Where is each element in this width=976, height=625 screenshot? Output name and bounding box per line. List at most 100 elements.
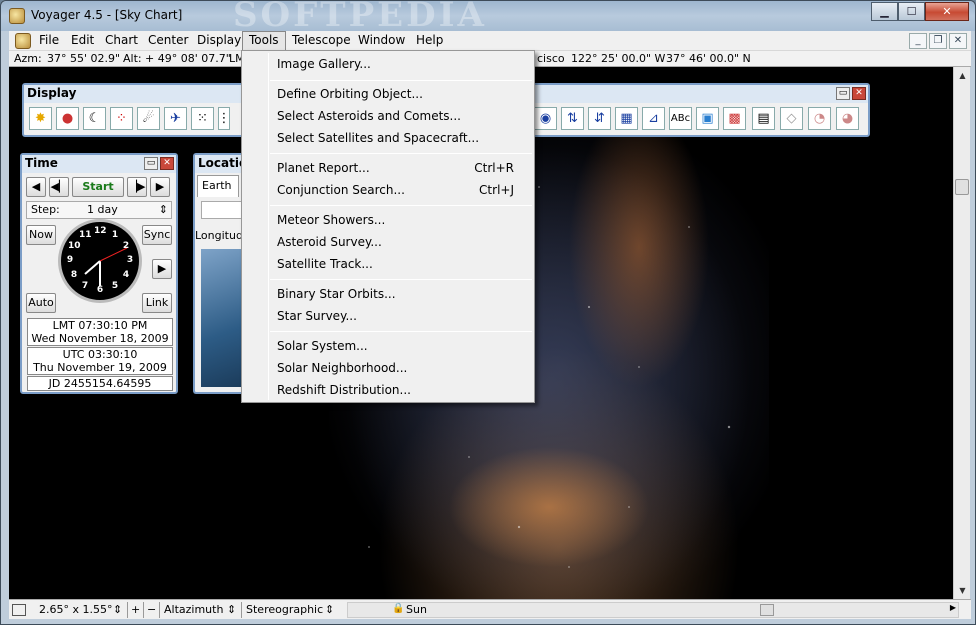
window-frame-icon[interactable]: ▤ <box>752 107 775 130</box>
compass-icon[interactable]: ◔ <box>808 107 831 130</box>
step-forward-button[interactable]: ▕▶ <box>127 177 147 197</box>
alt-label: Alt: <box>123 52 142 65</box>
menu-edit[interactable]: Edit <box>65 31 100 51</box>
menu-window[interactable]: Window <box>352 31 411 51</box>
clock-number: 8 <box>70 270 78 280</box>
menu-item-define-orbiting-object[interactable]: Define Orbiting Object... <box>244 83 532 105</box>
window-title: Voyager 4.5 - [Sky Chart] <box>31 8 183 22</box>
landscape-icon[interactable]: ▣ <box>696 107 719 130</box>
menu-item-redshift-distribution[interactable]: Redshift Distribution... <box>244 379 532 401</box>
menu-item-solar-system[interactable]: Solar System... <box>244 335 532 357</box>
earth-map[interactable] <box>201 249 245 387</box>
latitude-value: 37° 46' 00.0" N <box>666 52 751 65</box>
menu-item-asteroid-survey[interactable]: Asteroid Survey... <box>244 231 532 253</box>
dec-grid-icon[interactable]: ⇵ <box>588 107 611 130</box>
menu-item-planet-report[interactable]: Planet Report... Ctrl+R <box>244 157 532 179</box>
step-selector[interactable]: Step: 1 day ⇕ <box>26 201 172 219</box>
time-panel: Time ▭ ✕ ◀ ◀▏ Start ▕▶ ▶ Step: 1 day ⇕ No… <box>20 153 178 394</box>
color-palette-icon[interactable]: ▩ <box>723 107 746 130</box>
horizon-icon[interactable]: ⊿ <box>642 107 665 130</box>
projection-spin-icon[interactable]: ⇕ <box>325 602 334 618</box>
play-forward-button[interactable]: ▶ <box>152 259 172 279</box>
maximize-icon[interactable]: ☐ <box>898 2 925 21</box>
constellation-icon[interactable]: ⁘ <box>110 107 133 130</box>
clock-number: 11 <box>79 230 92 240</box>
more-tools-icon[interactable]: ⋮ <box>218 107 231 130</box>
menu-item-binary-star-orbits[interactable]: Binary Star Orbits... <box>244 283 532 305</box>
clock-number: 10 <box>68 241 81 251</box>
time-panel-close-icon[interactable]: ✕ <box>160 157 174 170</box>
zoom-out-button[interactable]: − <box>147 602 156 618</box>
location-field[interactable] <box>201 201 245 219</box>
mdi-close-icon[interactable]: ✕ <box>949 33 967 49</box>
clock-number: 9 <box>66 255 74 265</box>
zoom-in-button[interactable]: + <box>131 602 140 618</box>
menu-file[interactable]: File <box>33 31 65 51</box>
panel-close-icon[interactable]: ✕ <box>852 87 866 100</box>
galaxy-icon[interactable]: ◉ <box>534 107 557 130</box>
menu-center[interactable]: Center <box>142 31 194 51</box>
satellite-icon[interactable]: ✈ <box>164 107 187 130</box>
minimize-icon[interactable]: ▁ <box>871 2 898 21</box>
stars-icon[interactable]: ⁙ <box>191 107 214 130</box>
utc-display[interactable]: UTC 03:30:10 Thu November 19, 2009 <box>27 347 173 375</box>
now-button[interactable]: Now <box>26 225 56 245</box>
link-button[interactable]: Link <box>142 293 172 313</box>
sync-button[interactable]: Sync <box>142 225 172 245</box>
lmt-display[interactable]: LMT 07:30:10 PM Wed November 18, 2009 <box>27 318 173 346</box>
step-back-fast-button[interactable]: ◀ <box>26 177 46 197</box>
sun-icon[interactable]: ✸ <box>29 107 52 130</box>
menu-item-image-gallery[interactable]: Image Gallery... <box>244 53 532 75</box>
scroll-up-icon[interactable]: ▲ <box>954 67 971 84</box>
title-bar[interactable]: SOFTPEDIA Voyager 4.5 - [Sky Chart] ▁ ☐ … <box>1 0 975 35</box>
vertical-scrollbar[interactable]: ▲ ▼ <box>953 67 970 599</box>
time-panel-restore-icon[interactable]: ▭ <box>144 157 158 170</box>
planets-icon[interactable]: ● <box>56 107 79 130</box>
mdi-restore-icon[interactable]: ❐ <box>929 33 947 49</box>
menu-telescope[interactable]: Telescope <box>286 31 357 51</box>
menu-tools[interactable]: Tools <box>242 31 286 51</box>
fov-value[interactable]: 2.65° x 1.55° <box>39 602 113 618</box>
menu-display[interactable]: Display <box>191 31 247 51</box>
clock-number: 6 <box>96 285 104 295</box>
fov-spin-icon[interactable]: ⇕ <box>113 602 122 618</box>
horizontal-scrollbar[interactable]: 🔒 Sun ▶ <box>347 602 959 618</box>
menu-item-conjunction-search[interactable]: Conjunction Search... Ctrl+J <box>244 179 532 201</box>
menu-item-select-asteroids-comets[interactable]: Select Asteroids and Comets... <box>244 105 532 127</box>
julian-date[interactable]: JD 2455154.64595 <box>27 376 173 391</box>
step-back-button[interactable]: ◀▏ <box>49 177 69 197</box>
window-icon[interactable] <box>12 604 26 616</box>
scroll-right-icon[interactable]: ▶ <box>950 603 956 612</box>
eraser-icon[interactable]: ◇ <box>780 107 803 130</box>
vertical-scroll-thumb[interactable] <box>955 179 969 195</box>
gauge-icon[interactable]: ◕ <box>836 107 859 130</box>
step-spin-icon[interactable]: ⇕ <box>159 202 168 218</box>
moon-icon[interactable]: ☾ <box>83 107 106 130</box>
tab-earth[interactable]: Earth <box>197 175 239 197</box>
auto-button[interactable]: Auto <box>26 293 56 313</box>
menu-chart[interactable]: Chart <box>99 31 144 51</box>
menu-item-select-satellites[interactable]: Select Satellites and Spacecraft... <box>244 127 532 149</box>
labels-icon[interactable]: ABc <box>669 107 692 130</box>
horizontal-scroll-thumb[interactable] <box>760 604 774 616</box>
coordinate-system-select[interactable]: Altazimuth <box>164 602 223 618</box>
menu-help[interactable]: Help <box>410 31 449 51</box>
menu-item-solar-neighborhood[interactable]: Solar Neighborhood... <box>244 357 532 379</box>
grid-icon[interactable]: ▦ <box>615 107 638 130</box>
panel-restore-icon[interactable]: ▭ <box>836 87 850 100</box>
mdi-minimize-icon[interactable]: _ <box>909 33 927 49</box>
start-button[interactable]: Start <box>72 177 124 197</box>
scroll-down-icon[interactable]: ▼ <box>954 582 971 599</box>
menu-item-satellite-track[interactable]: Satellite Track... <box>244 253 532 275</box>
ra-grid-icon[interactable]: ⇅ <box>561 107 584 130</box>
close-icon[interactable]: ✕ <box>925 2 969 21</box>
menu-item-meteor-showers[interactable]: Meteor Showers... <box>244 209 532 231</box>
voyager-app-icon[interactable] <box>9 8 25 24</box>
coord-spin-icon[interactable]: ⇕ <box>227 602 236 618</box>
document-icon[interactable] <box>15 33 31 49</box>
step-forward-fast-button[interactable]: ▶ <box>150 177 170 197</box>
location-panel: Locatio Earth Longitud <box>193 153 247 394</box>
comet-icon[interactable]: ☄ <box>137 107 160 130</box>
projection-select[interactable]: Stereographic <box>246 602 323 618</box>
menu-item-star-survey[interactable]: Star Survey... <box>244 305 532 327</box>
